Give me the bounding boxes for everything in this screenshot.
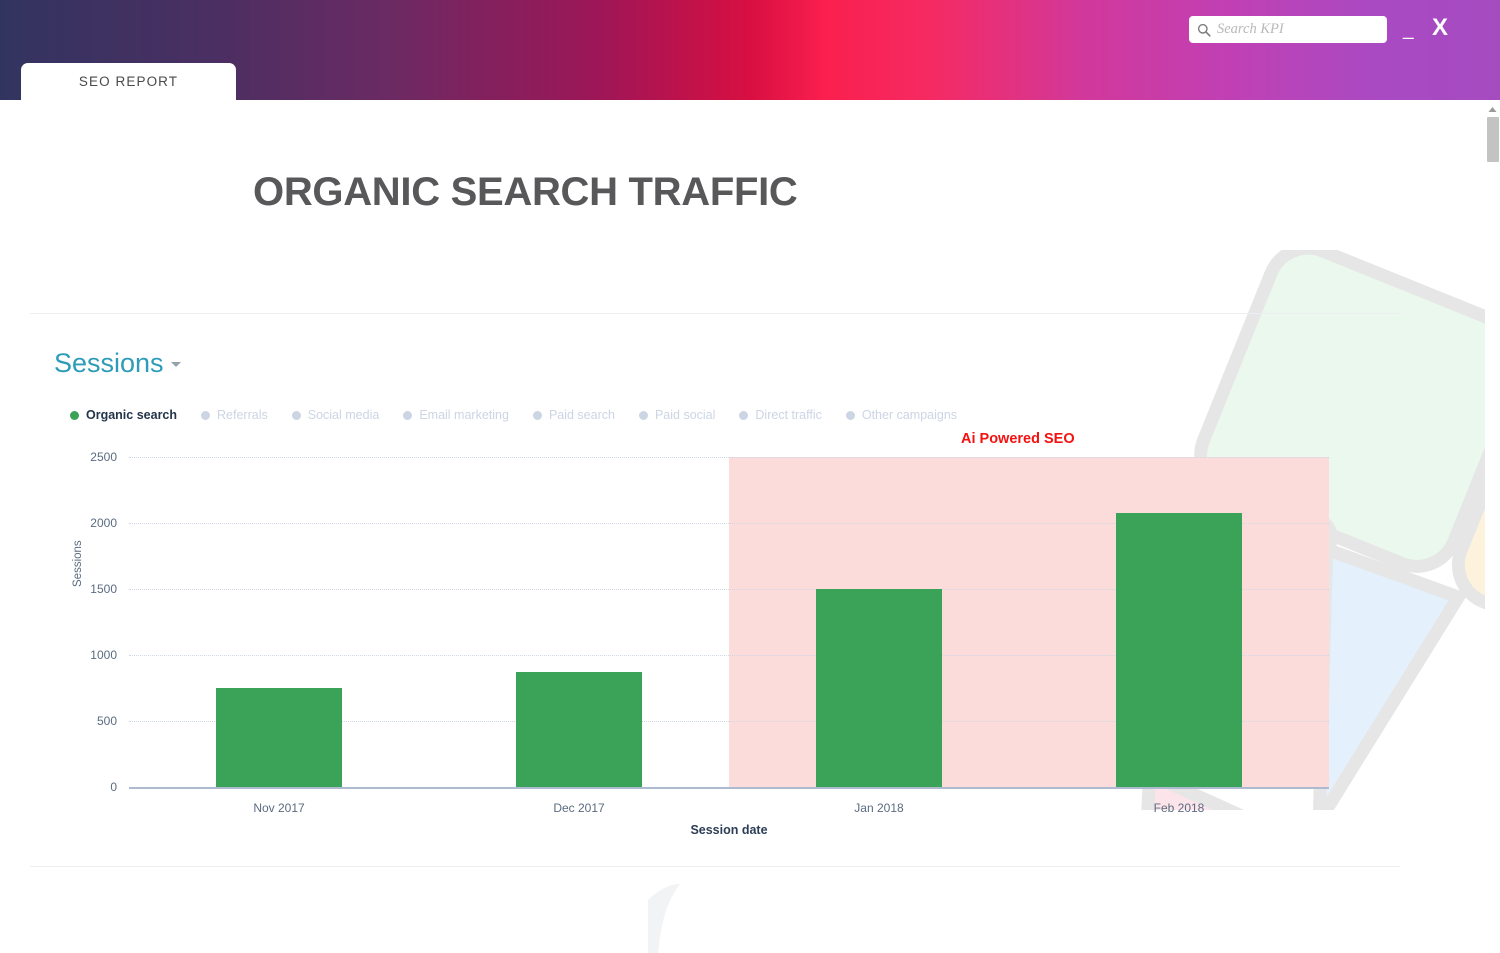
scrollbar-thumb[interactable] (1487, 117, 1499, 162)
legend-item-label: Email marketing (419, 408, 509, 422)
legend-color-swatch (201, 410, 211, 420)
y-axis-tick-label: 500 (96, 714, 117, 728)
chart-bar[interactable] (816, 589, 942, 787)
legend-item-label: Social media (307, 408, 380, 422)
close-button[interactable]: X (1432, 16, 1448, 40)
page-title: ORGANIC SEARCH TRAFFIC (253, 170, 798, 214)
divider-top (30, 313, 1400, 314)
x-axis-title: Session date (690, 823, 768, 837)
x-axis-line (129, 787, 1329, 789)
y-axis-tick-label: 2000 (90, 516, 117, 530)
x-axis-tick-label: Nov 2017 (253, 801, 305, 815)
metric-select-label: Sessions (54, 348, 164, 378)
legend-color-swatch (403, 410, 413, 420)
y-axis-tick-label: 0 (110, 780, 117, 794)
legend-item-social-media[interactable]: Social media (291, 408, 380, 422)
y-axis-tick-label: 2500 (90, 450, 117, 464)
legend-item-label: Organic search (86, 408, 178, 422)
legend-color-swatch (638, 410, 648, 420)
chart-bar[interactable] (516, 672, 642, 787)
search-icon (1197, 23, 1211, 37)
legend-item-label: Other campaigns (861, 408, 958, 422)
legend-item-other-campaigns[interactable]: Other campaigns (845, 408, 958, 422)
legend-item-organic-search[interactable]: Organic search (70, 408, 177, 422)
annotation-label: Ai Powered SEO (961, 431, 1075, 447)
vertical-scrollbar[interactable] (1485, 100, 1500, 953)
chart-bar[interactable] (1116, 513, 1242, 787)
legend-color-swatch (291, 410, 301, 420)
chart-plot-area: Ai Powered SEO 0 500 1000 1500 2000 2500 Nov 20… (90, 431, 1329, 837)
legend-item-paid-search[interactable]: Paid search (532, 408, 615, 422)
tab-seo-report[interactable]: SEO REPORT (21, 63, 236, 105)
search-input[interactable] (1217, 21, 1379, 38)
legend-color-swatch (845, 410, 855, 420)
tab-label: SEO REPORT (78, 74, 179, 89)
x-axis-tick-label: Dec 2017 (553, 801, 605, 815)
legend-item-label: Direct traffic (755, 408, 822, 422)
y-axis-tick-label: 1000 (90, 648, 117, 662)
metric-select[interactable]: Sessions (54, 348, 181, 379)
chart-bar[interactable] (216, 688, 342, 787)
x-axis-tick-label: Jan 2018 (854, 801, 904, 815)
gridline (129, 457, 1329, 458)
legend-item-paid-social[interactable]: Paid social (638, 408, 716, 422)
legend-item-direct-traffic[interactable]: Direct traffic (739, 408, 822, 422)
legend-item-referrals[interactable]: Referrals (201, 408, 268, 422)
chevron-up-icon[interactable] (1488, 106, 1497, 113)
search-box[interactable] (1189, 16, 1387, 43)
legend-color-swatch (532, 410, 542, 420)
x-axis-tick-label: Feb 2018 (1153, 801, 1205, 815)
legend-item-label: Paid social (654, 408, 716, 422)
legend-item-label: Referrals (217, 408, 268, 422)
chart-container: Ai Powered SEO 0 500 1000 1500 2000 2500 Nov 20… (54, 431, 1354, 837)
legend-color-swatch (70, 410, 79, 420)
legend-item-email-marketing[interactable]: Email marketing (403, 408, 509, 422)
legend-color-swatch (739, 410, 749, 420)
decorative-flag-icon (648, 884, 680, 953)
divider-bottom (30, 866, 1400, 867)
chart-legend: Organic search Referrals Social media Email… (70, 408, 981, 422)
chevron-down-icon (170, 362, 181, 367)
legend-item-label: Paid search (548, 408, 615, 422)
y-axis-title: Sessions (72, 540, 84, 587)
minimize-button[interactable]: _ (1403, 20, 1414, 39)
app-window: SEO REPORT _ X OR (0, 0, 1500, 953)
